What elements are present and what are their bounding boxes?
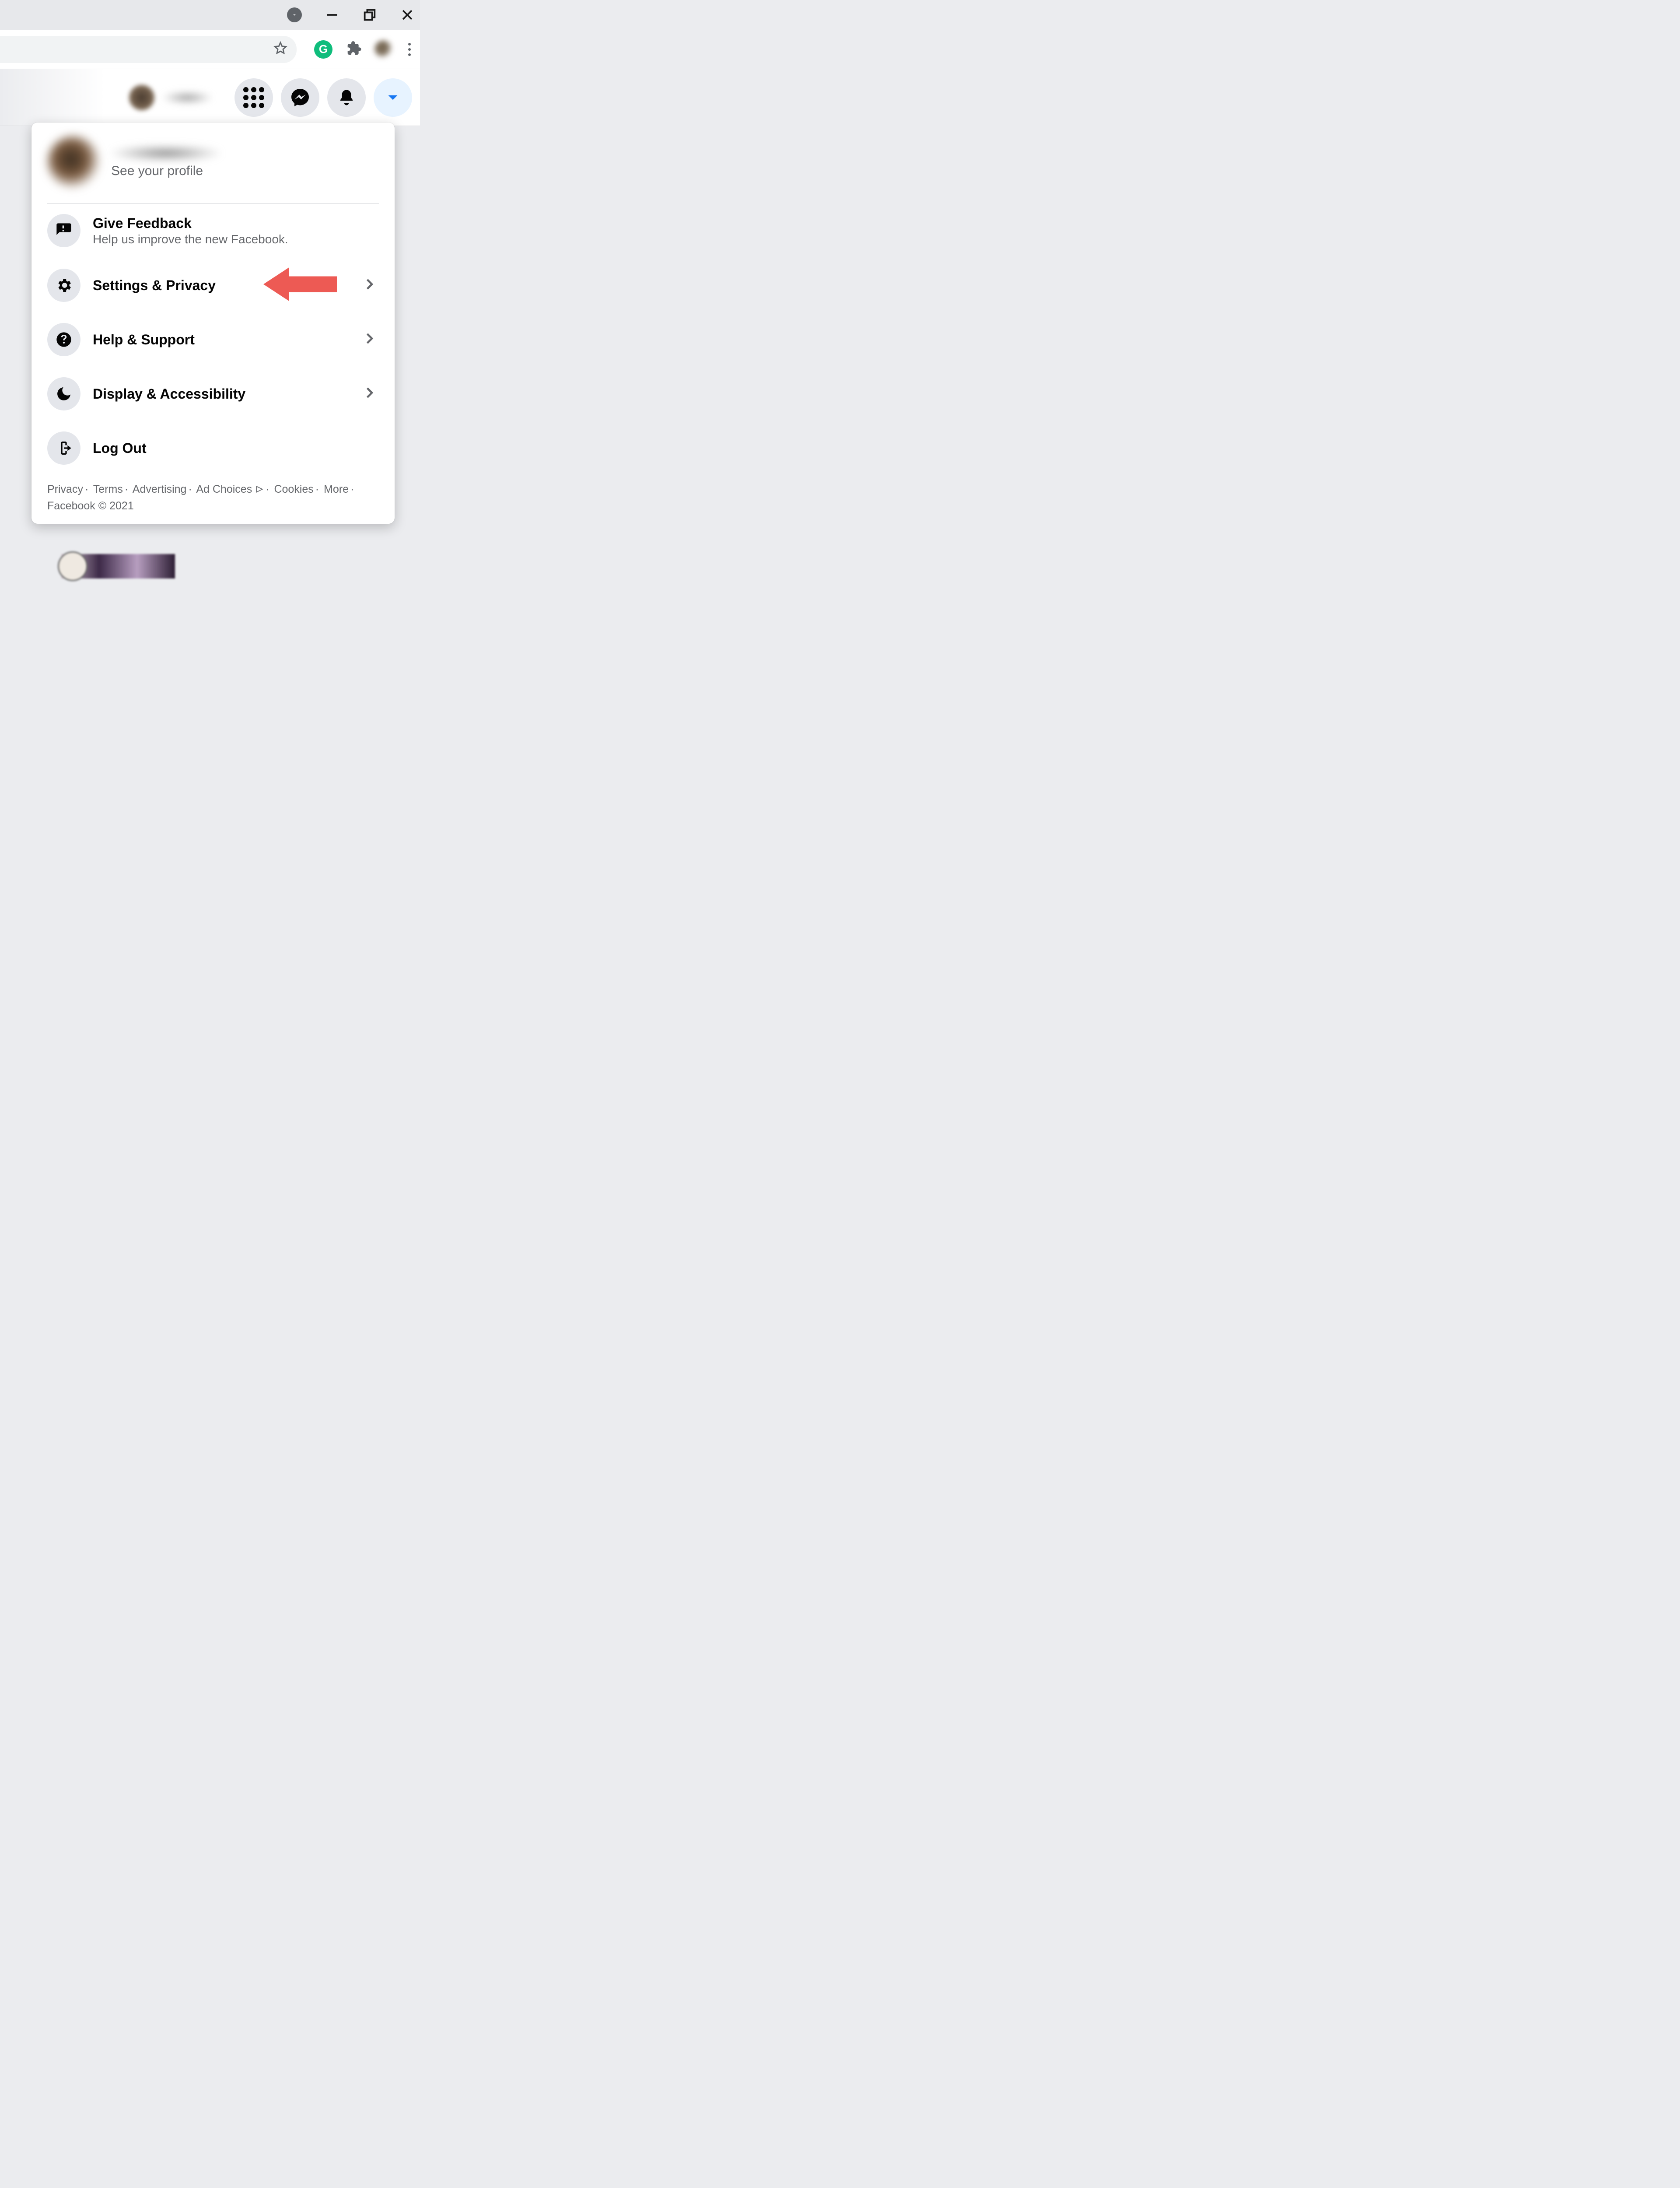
footer-copyright: Facebook © 2021 — [47, 500, 134, 512]
give-feedback-row[interactable]: Give Feedback Help us improve the new Fa… — [32, 203, 395, 258]
logout-icon — [47, 431, 80, 465]
avatar — [129, 84, 155, 111]
address-bar[interactable] — [0, 36, 297, 63]
menu-apps-button[interactable] — [234, 78, 273, 117]
footer-link-ad-choices[interactable]: Ad Choices — [196, 483, 252, 495]
ad-choices-icon — [255, 485, 264, 494]
annotation-arrow — [263, 265, 337, 306]
browser-profile-avatar[interactable] — [374, 40, 393, 59]
footer-link-terms[interactable]: Terms — [93, 483, 123, 495]
facebook-header — [0, 69, 420, 126]
window-titlebar — [0, 0, 420, 30]
help-support-row[interactable]: Help & Support — [32, 312, 395, 367]
menu-item-label: Display & Accessibility — [93, 386, 245, 402]
profile-subtext: See your profile — [111, 164, 220, 179]
caret-down-icon — [384, 88, 402, 107]
gear-icon — [47, 269, 80, 302]
chevron-right-icon — [361, 277, 377, 295]
dropdown-footer: Privacy· Terms· Advertising· Ad Choices … — [32, 475, 395, 516]
dropdown-profile-row[interactable]: See your profile — [32, 123, 395, 203]
menu-item-label: Settings & Privacy — [93, 277, 216, 294]
display-accessibility-row[interactable]: Display & Accessibility — [32, 367, 395, 421]
footer-link-privacy[interactable]: Privacy — [47, 483, 83, 495]
account-dropdown-menu: See your profile Give Feedback Help us i… — [32, 123, 395, 524]
footer-link-more[interactable]: More — [324, 483, 349, 495]
footer-link-advertising[interactable]: Advertising — [133, 483, 187, 495]
chevron-right-icon — [361, 385, 377, 403]
grammarly-extension-icon[interactable]: G — [314, 40, 332, 59]
profile-name-blurred — [161, 91, 214, 104]
account-dropdown-button[interactable] — [374, 78, 412, 117]
feedback-title: Give Feedback — [93, 215, 288, 231]
log-out-row[interactable]: Log Out — [32, 421, 395, 475]
extensions-puzzle-icon[interactable] — [345, 39, 362, 59]
background-content — [61, 554, 175, 579]
question-icon — [47, 323, 80, 356]
browser-toolbar: G — [0, 30, 420, 69]
avatar — [47, 136, 100, 188]
chrome-app-dropdown-icon[interactable] — [287, 7, 302, 22]
header-profile-button[interactable] — [129, 84, 227, 111]
chevron-right-icon — [361, 331, 377, 349]
grammarly-g: G — [319, 42, 328, 56]
menu-item-label: Help & Support — [93, 332, 195, 348]
footer-link-cookies[interactable]: Cookies — [274, 483, 313, 495]
bell-icon — [337, 88, 356, 107]
messenger-icon — [290, 87, 311, 108]
feedback-desc: Help us improve the new Facebook. — [93, 232, 288, 246]
apps-grid-icon — [243, 87, 264, 108]
browser-menu-button[interactable] — [405, 43, 414, 56]
menu-item-label: Log Out — [93, 440, 147, 456]
window-minimize-button[interactable] — [325, 7, 340, 22]
bookmark-star-icon[interactable] — [273, 41, 288, 58]
settings-privacy-row[interactable]: Settings & Privacy — [32, 258, 395, 312]
feedback-icon — [47, 214, 80, 247]
moon-icon — [47, 377, 80, 410]
window-maximize-button[interactable] — [362, 7, 377, 22]
notifications-button[interactable] — [327, 78, 366, 117]
profile-name-blurred — [111, 145, 220, 161]
window-close-button[interactable] — [400, 7, 415, 22]
messenger-button[interactable] — [281, 78, 319, 117]
